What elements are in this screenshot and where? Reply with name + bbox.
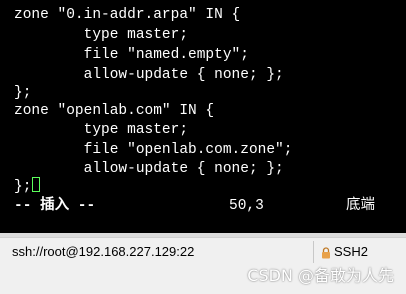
code-line: zone "openlab.com" IN { [14, 103, 215, 119]
code-line: allow-update { none; }; [14, 67, 284, 83]
code-line: zone "0.in-addr.arpa" IN { [14, 7, 241, 23]
terminal-pane[interactable]: zone "0.in-addr.arpa" IN { type master; … [0, 0, 406, 233]
code-line: type master; [14, 27, 189, 43]
code-line: file "named.empty"; [14, 47, 249, 63]
scroll-position: 底端 [346, 198, 375, 214]
code-line: }; [14, 85, 32, 101]
text-cursor [32, 177, 41, 192]
protocol-label: SSH2 [334, 244, 368, 259]
code-line-text: }; [14, 179, 32, 195]
connection-address: ssh://root@192.168.227.129:22 [12, 244, 195, 259]
statusbar-divider [313, 241, 314, 263]
xshell-window: zone "0.in-addr.arpa" IN { type master; … [0, 0, 406, 294]
vim-mode-indicator: -- 插入 -- [14, 198, 96, 214]
code-line: allow-update { none; }; [14, 161, 284, 177]
lock-icon [322, 247, 330, 259]
code-line: type master; [14, 122, 189, 138]
watermark: CSDN @备敢为人先 [247, 266, 394, 285]
cursor-position: 50,3 [229, 198, 264, 214]
code-line: file "openlab.com.zone"; [14, 142, 293, 158]
vim-status-line: -- 插入 -- 50,3 底端 [14, 196, 394, 216]
code-line-with-cursor: }; [14, 177, 41, 197]
